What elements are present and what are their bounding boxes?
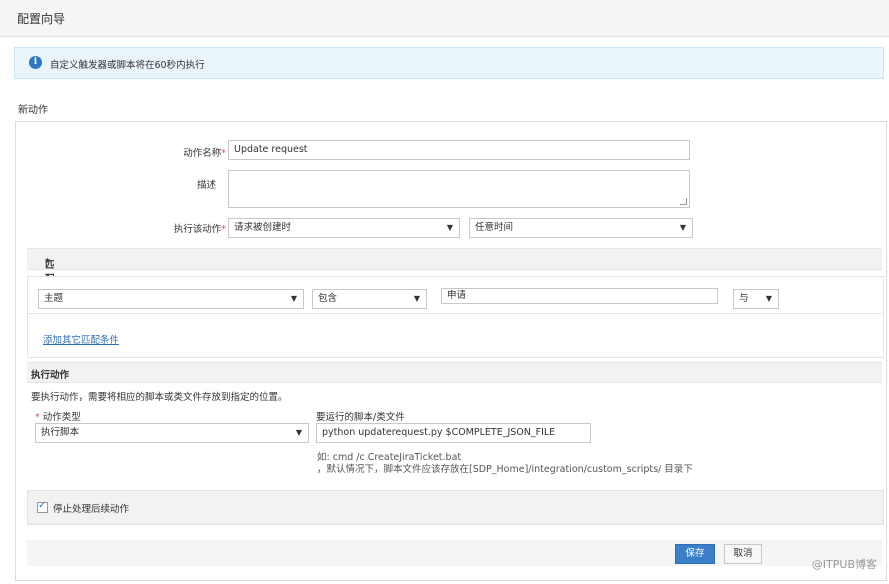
chevron-down-icon: ▼ (290, 294, 297, 303)
execute-action-header-band: 执行动作 (27, 362, 882, 383)
title-bar: 配置向导 (0, 0, 889, 37)
chevron-down-icon: ▼ (765, 294, 772, 303)
info-text: 自定义触发器或脚本将在60秒内执行 (50, 60, 205, 71)
execute-when-select[interactable]: 请求被创建时 ▼ (228, 218, 460, 238)
resize-handle-icon[interactable] (680, 198, 687, 205)
execute-time-select[interactable]: 任意时间 ▼ (469, 218, 693, 238)
script-input[interactable]: python updaterequest.py $COMPLETE_JSON_F… (316, 423, 591, 443)
chevron-down-icon: ▼ (679, 223, 686, 232)
divider (27, 313, 882, 314)
action-type-select[interactable]: 执行脚本 ▼ (35, 423, 309, 443)
info-icon: i (29, 56, 42, 69)
condition-operator-select[interactable]: 包含 ▼ (312, 289, 427, 309)
action-type-label: * 动作类型 (35, 412, 81, 423)
execute-action-header: 执行动作 (31, 370, 70, 381)
condition-value-input[interactable]: 申请 (441, 288, 718, 304)
stop-processing-band: 停止处理后续动作 (27, 490, 884, 525)
script-hint-default: ，默认情况下，脚本文件应该存放在[SDP_Home]/integration/c… (317, 464, 693, 475)
action-name-label: 动作名称* (183, 148, 226, 159)
execute-when-label: 执行该动作* (173, 224, 226, 235)
section-title-new-action: 新动作 (18, 105, 48, 116)
watermark: @ITPUB博客 (811, 558, 877, 571)
condition-field-select[interactable]: 主题 ▼ (38, 289, 304, 309)
chevron-down-icon: ▼ (295, 428, 302, 437)
page-title: 配置向导 (17, 12, 66, 26)
cancel-button[interactable]: 取消 (724, 544, 762, 564)
conditions-header-band: 匹配如下条件* (27, 248, 882, 341)
stop-processing-label: 停止处理后续动作 (53, 504, 130, 515)
description-label: 描述 (196, 180, 216, 191)
chevron-down-icon: ▼ (413, 294, 420, 303)
save-button[interactable]: 保存 (675, 544, 715, 564)
action-name-input[interactable]: Update request (228, 140, 690, 160)
condition-join-select[interactable]: 与 ▼ (733, 289, 779, 309)
script-label: 要运行的脚本/类文件 (316, 412, 405, 423)
add-condition-link[interactable]: 添加其它匹配条件 (43, 332, 119, 346)
stop-processing-checkbox[interactable] (37, 500, 48, 513)
execute-instruction: 要执行动作，需要将相应的脚本或类文件存放到指定的位置。 (31, 392, 288, 403)
chevron-down-icon: ▼ (446, 223, 453, 232)
description-textarea[interactable] (228, 170, 690, 208)
info-banner: i 自定义触发器或脚本将在60秒内执行 (14, 47, 884, 79)
